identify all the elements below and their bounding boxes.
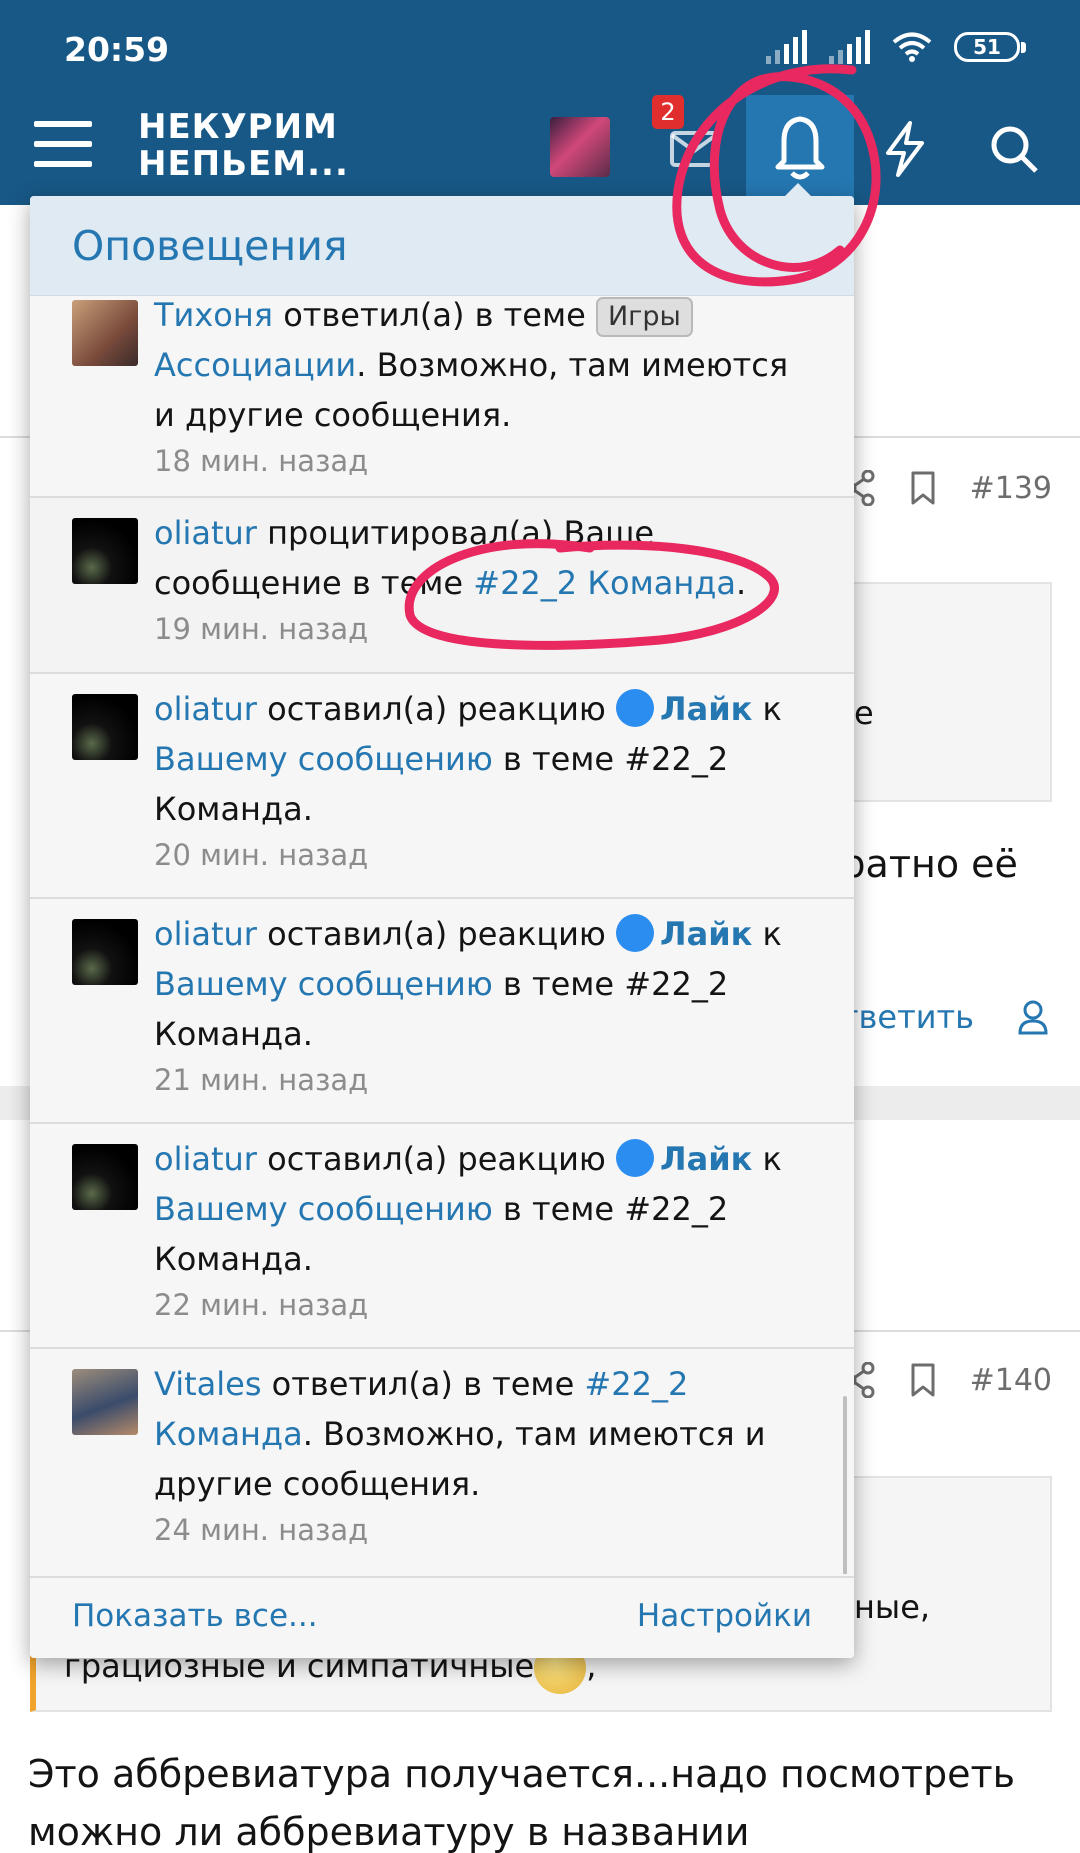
list-item[interactable]: Vitales ответил(а) в теме #22_2 Команда.… (30, 1349, 854, 1574)
scrollbar[interactable] (843, 1396, 847, 1574)
username-link[interactable]: Vitales (154, 1365, 261, 1403)
status-icons: 51 (766, 30, 1026, 64)
quote-text: е (854, 694, 874, 732)
notification-time: 20 мин. назад (154, 838, 369, 872)
notification-message: Vitales ответил(а) в теме #22_2 Команда.… (154, 1365, 766, 1503)
post-footer: тветить (840, 998, 1048, 1036)
user-avatar[interactable] (550, 117, 610, 177)
avatar[interactable] (72, 300, 138, 366)
list-item[interactable]: oliatur оставил(а) реакцию Лайк к Вашему… (30, 899, 854, 1124)
reaction-label: Лайк (660, 1140, 753, 1178)
list-item[interactable]: oliatur оставил(а) реакцию Лайк к Вашему… (30, 1124, 854, 1349)
logo-line-2: НЕПЬЕМ... (138, 144, 349, 184)
list-item[interactable]: Тихоня ответил(а) в теме Игры Ассоциации… (30, 296, 854, 498)
signal-icon (829, 30, 870, 64)
notification-time: 21 мин. назад (154, 1063, 369, 1097)
notification-time: 19 мин. назад (154, 612, 369, 646)
wifi-icon (892, 32, 932, 62)
username-link[interactable]: oliatur (154, 915, 257, 953)
username-link[interactable]: oliatur (154, 514, 257, 552)
notification-message: oliatur оставил(а) реакцию Лайк к Вашему… (154, 689, 782, 828)
post-actions: #139 (843, 470, 1052, 506)
post-text: можно ли аббревиатуру в названии (28, 1810, 750, 1853)
username-link[interactable]: Тихоня (154, 296, 273, 334)
avatar[interactable] (72, 694, 138, 760)
notification-message: Тихоня ответил(а) в теме Игры Ассоциации… (154, 296, 789, 434)
logo-line-1: НЕКУРИМ (138, 107, 338, 147)
reaction-label: Лайк (660, 690, 753, 728)
signal-icon (766, 30, 807, 64)
notification-message: oliatur оставил(а) реакцию Лайк к Вашему… (154, 1139, 782, 1278)
post-text: Это аббревиатура получается...надо посмо… (28, 1752, 1016, 1796)
post-actions: #140 (843, 1362, 1052, 1398)
thread-prefix-tag: Игры (595, 297, 693, 337)
notification-time: 18 мин. назад (154, 444, 369, 478)
app-header: НЕКУРИМ НЕПЬЕМ... 2 (0, 95, 1080, 205)
avatar[interactable] (72, 518, 138, 584)
list-item[interactable]: oliatur оставил(а) реакцию Лайк к Вашему… (30, 674, 854, 899)
search-icon[interactable] (988, 123, 1040, 175)
username-link[interactable]: oliatur (154, 690, 257, 728)
notification-message: oliatur процитировал(а) Ваше сообщение в… (154, 514, 747, 602)
notification-time: 22 мин. назад (154, 1288, 369, 1322)
reply-link[interactable]: тветить (840, 998, 974, 1036)
post-link[interactable]: Вашему сообщению (154, 740, 493, 778)
thread-link[interactable]: Ассоциации (154, 346, 356, 384)
notifications-popup: Оповещения Тихоня ответил(а) в теме Игры… (30, 196, 854, 1658)
status-bar: 20:59 51 (0, 0, 1080, 95)
avatar[interactable] (72, 1144, 138, 1210)
bookmark-icon[interactable] (910, 471, 936, 505)
thumbs-up-icon (616, 1139, 655, 1177)
show-all-link[interactable]: Показать все... (72, 1598, 318, 1634)
post-link[interactable]: Вашему сообщению (154, 965, 493, 1003)
notification-message: oliatur оставил(а) реакцию Лайк к Вашему… (154, 914, 782, 1053)
reaction-label: Лайк (660, 915, 753, 953)
lightning-icon[interactable] (880, 121, 930, 177)
notification-list[interactable]: Тихоня ответил(а) в теме Игры Ассоциации… (30, 296, 854, 1574)
popup-footer: Показать все... Настройки (30, 1576, 854, 1658)
popup-arrow (785, 183, 811, 196)
site-logo[interactable]: НЕКУРИМ НЕПЬЕМ... (138, 109, 349, 183)
conversations-badge: 2 (652, 95, 684, 129)
menu-icon[interactable] (34, 121, 92, 171)
post-link[interactable]: Вашему сообщению (154, 1190, 493, 1228)
username-link[interactable]: oliatur (154, 1140, 257, 1178)
avatar[interactable] (72, 1369, 138, 1435)
quote-text: ные, (854, 1588, 931, 1626)
thumbs-up-icon (616, 689, 655, 727)
thread-link[interactable]: #22_2 Команда (473, 564, 736, 602)
notification-time: 24 мин. назад (154, 1513, 369, 1547)
list-item[interactable]: oliatur процитировал(а) Ваше сообщение в… (30, 498, 854, 674)
user-icon[interactable] (1018, 999, 1048, 1035)
avatar[interactable] (72, 919, 138, 985)
envelope-icon[interactable] (668, 123, 720, 173)
bookmark-icon[interactable] (910, 1363, 936, 1397)
battery-icon: 51 (954, 32, 1026, 62)
post-number[interactable]: #140 (970, 1363, 1052, 1398)
popup-title: Оповещения (30, 196, 854, 296)
thumbs-up-icon (616, 914, 655, 952)
post-number[interactable]: #139 (970, 471, 1052, 506)
settings-link[interactable]: Настройки (637, 1598, 812, 1634)
status-time: 20:59 (64, 30, 170, 69)
